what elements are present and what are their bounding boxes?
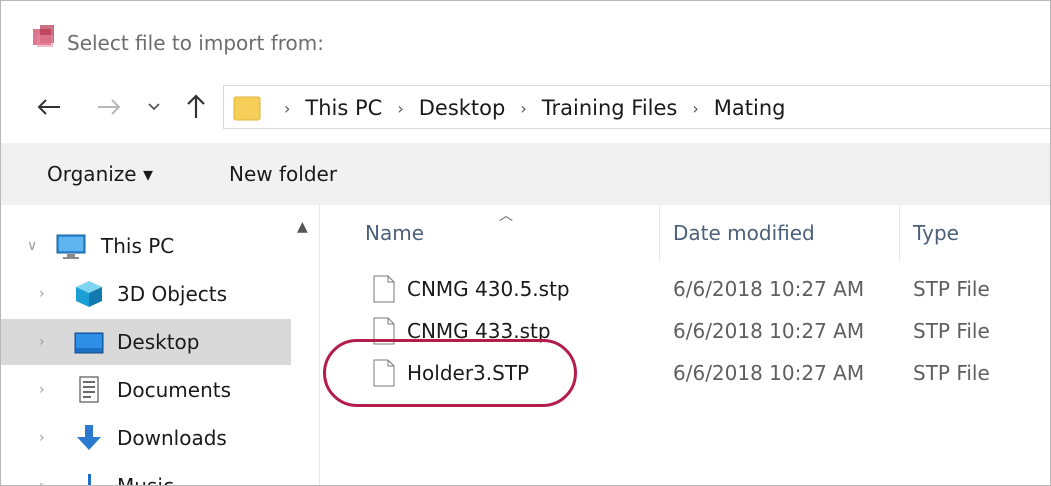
chevron-right-icon[interactable]: › bbox=[39, 478, 45, 485]
file-icon bbox=[373, 317, 395, 345]
chevron-right-icon[interactable]: › bbox=[39, 286, 45, 302]
chevron-right-icon[interactable]: › bbox=[397, 99, 403, 118]
nav-item-desktop[interactable]: › Desktop bbox=[1, 319, 291, 365]
back-arrow-icon bbox=[37, 99, 60, 115]
document-icon bbox=[79, 376, 99, 403]
breadcrumb-this-pc[interactable]: This PC bbox=[304, 96, 383, 120]
navigation-pane: ▲ ∨ This PC › 3D Objects › Desktop › Doc… bbox=[1, 205, 319, 486]
file-type: STP File bbox=[913, 361, 990, 385]
navigation-bar: › This PC › Desktop › Training Files › M… bbox=[1, 73, 1050, 143]
file-type: STP File bbox=[913, 319, 990, 343]
nav-item-label: Music bbox=[117, 474, 174, 486]
file-type: STP File bbox=[913, 277, 990, 301]
breadcrumb-training-files[interactable]: Training Files bbox=[541, 96, 679, 120]
file-name: Holder3.STP bbox=[407, 361, 530, 385]
file-date-modified: 6/6/2018 10:27 AM bbox=[673, 319, 865, 343]
nav-item-label: This PC bbox=[101, 234, 175, 258]
breadcrumb: › This PC › Desktop › Training Files › M… bbox=[270, 86, 786, 130]
chevron-right-icon[interactable]: › bbox=[39, 430, 45, 446]
computer-icon bbox=[56, 234, 86, 259]
file-row[interactable]: CNMG 430.5.stp 6/6/2018 10:27 AM STP Fil… bbox=[321, 269, 1050, 311]
nav-item-music[interactable]: › Music bbox=[1, 463, 291, 486]
file-row[interactable]: CNMG 433.stp 6/6/2018 10:27 AM STP File bbox=[321, 311, 1050, 353]
desktop-icon bbox=[74, 332, 104, 354]
file-icon bbox=[373, 275, 395, 303]
scroll-up-icon[interactable]: ▲ bbox=[297, 219, 308, 235]
file-list: ︿ Name Date modified Type CNMG 430.5.stp… bbox=[321, 205, 1050, 485]
file-name: CNMG 433.stp bbox=[407, 319, 551, 343]
up-button[interactable] bbox=[179, 89, 213, 125]
chevron-down-icon bbox=[148, 103, 160, 111]
nav-item-3d-objects[interactable]: › 3D Objects bbox=[1, 271, 291, 317]
breadcrumb-mating[interactable]: Mating bbox=[713, 96, 787, 120]
organize-button[interactable]: Organize ▾ bbox=[47, 143, 153, 205]
nav-item-label: 3D Objects bbox=[117, 282, 228, 306]
pane-divider[interactable] bbox=[319, 205, 320, 485]
column-header-name[interactable]: Name bbox=[365, 205, 655, 261]
file-icon bbox=[373, 359, 395, 387]
file-date-modified: 6/6/2018 10:27 AM bbox=[673, 277, 865, 301]
nav-item-label: Downloads bbox=[117, 426, 227, 450]
file-dialog: Select file to import from: › This PC › … bbox=[0, 0, 1051, 486]
title-bar: Select file to import from: bbox=[1, 1, 1050, 73]
forward-button[interactable] bbox=[89, 89, 129, 125]
recent-locations-button[interactable] bbox=[141, 89, 167, 125]
file-date-modified: 6/6/2018 10:27 AM bbox=[673, 361, 865, 385]
nav-item-this-pc[interactable]: ∨ This PC bbox=[1, 223, 291, 269]
nav-item-downloads[interactable]: › Downloads bbox=[1, 415, 291, 461]
nav-item-label: Desktop bbox=[117, 330, 200, 354]
up-arrow-icon bbox=[187, 94, 205, 118]
folder-icon bbox=[233, 96, 261, 121]
column-divider[interactable] bbox=[899, 205, 900, 261]
dialog-title: Select file to import from: bbox=[67, 31, 324, 55]
column-divider[interactable] bbox=[659, 205, 660, 261]
download-arrow-icon bbox=[77, 425, 101, 450]
column-header-type[interactable]: Type bbox=[913, 205, 1043, 261]
chevron-right-icon[interactable]: › bbox=[39, 382, 45, 398]
column-header-date-modified[interactable]: Date modified bbox=[673, 205, 893, 261]
music-note-icon bbox=[88, 474, 91, 485]
chevron-down-icon[interactable]: ∨ bbox=[27, 238, 37, 254]
file-name: CNMG 430.5.stp bbox=[407, 277, 570, 301]
chevron-right-icon[interactable]: › bbox=[39, 334, 45, 350]
new-folder-button[interactable]: New folder bbox=[229, 143, 337, 205]
command-bar: Organize ▾ New folder bbox=[1, 143, 1050, 205]
back-button[interactable] bbox=[29, 89, 69, 125]
chevron-right-icon[interactable]: › bbox=[520, 99, 526, 118]
cube-icon bbox=[76, 281, 102, 307]
chevron-right-icon: › bbox=[284, 98, 291, 118]
nav-item-label: Documents bbox=[117, 378, 232, 402]
forward-arrow-icon bbox=[98, 99, 121, 115]
chevron-right-icon[interactable]: › bbox=[692, 99, 698, 118]
address-bar[interactable]: › This PC › Desktop › Training Files › M… bbox=[223, 85, 1050, 130]
app-icon bbox=[33, 25, 54, 47]
breadcrumb-desktop[interactable]: Desktop bbox=[418, 96, 507, 120]
nav-item-documents[interactable]: › Documents bbox=[1, 367, 291, 413]
file-row[interactable]: Holder3.STP 6/6/2018 10:27 AM STP File bbox=[321, 353, 1050, 395]
